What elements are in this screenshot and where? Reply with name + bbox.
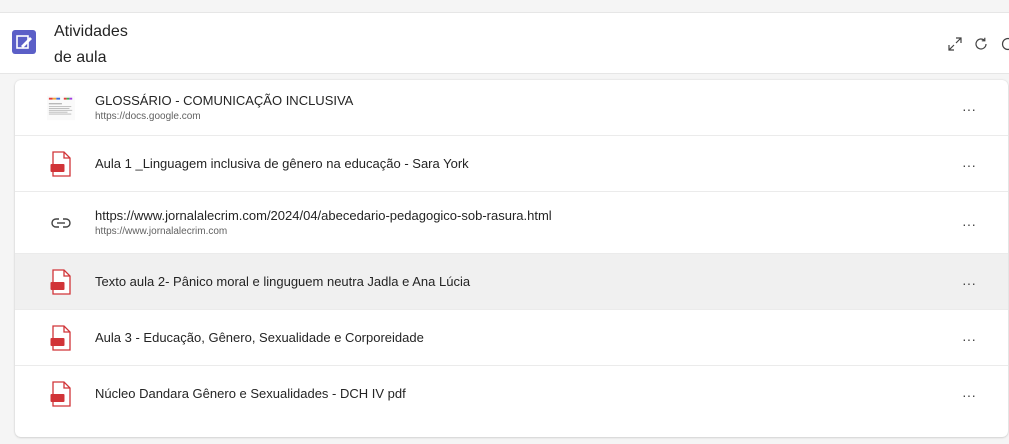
- item-more-button[interactable]: ···: [955, 332, 983, 352]
- page-title-line1: Atividades: [54, 23, 128, 40]
- item-more-button[interactable]: ···: [955, 158, 983, 178]
- item-title: Aula 1 _Linguagem inclusiva de gênero na…: [95, 156, 469, 171]
- list-item[interactable]: Texto aula 2- Pânico moral e linguguem n…: [15, 254, 1008, 310]
- activity-list: GLOSSÁRIO - COMUNICAÇÃO INCLUSIVA https:…: [15, 80, 1008, 437]
- page-title-line2: de aula: [54, 49, 107, 66]
- list-item[interactable]: GLOSSÁRIO - COMUNICAÇÃO INCLUSIVA https:…: [15, 80, 1008, 136]
- list-item[interactable]: https://www.jornalalecrim.com/2024/04/ab…: [15, 192, 1008, 254]
- item-more-button[interactable]: ···: [955, 276, 983, 296]
- list-item[interactable]: Núcleo Dandara Gênero e Sexualidades - D…: [15, 366, 1008, 422]
- item-more-button[interactable]: ···: [955, 388, 983, 408]
- link-icon: [47, 209, 75, 237]
- pdf-file-icon: [47, 380, 75, 408]
- item-url: https://docs.google.com: [95, 111, 201, 122]
- item-title: Texto aula 2- Pânico moral e linguguem n…: [95, 274, 471, 289]
- more-icon: [1001, 37, 1009, 51]
- list-item[interactable]: Aula 1 _Linguagem inclusiva de gênero na…: [15, 136, 1008, 192]
- item-url: https://www.jornalalecrim.com: [95, 226, 228, 237]
- item-title: Núcleo Dandara Gênero e Sexualidades - D…: [95, 386, 406, 401]
- refresh-icon: [975, 37, 987, 50]
- pdf-file-icon: [47, 324, 75, 352]
- refresh-button[interactable]: [970, 33, 992, 55]
- item-more-button[interactable]: ···: [955, 217, 983, 237]
- header-more-button[interactable]: [996, 33, 1009, 55]
- list-item[interactable]: Aula 3 - Educação, Gênero, Sexualidade e…: [15, 310, 1008, 366]
- expand-button[interactable]: [944, 33, 966, 55]
- document-thumbnail: [47, 94, 75, 122]
- item-title: https://www.jornalalecrim.com/2024/04/ab…: [95, 208, 552, 223]
- item-title: Aula 3 - Educação, Gênero, Sexualidade e…: [95, 330, 424, 345]
- edit-document-icon: [12, 30, 36, 54]
- pdf-file-icon: [47, 150, 75, 178]
- item-title: GLOSSÁRIO - COMUNICAÇÃO INCLUSIVA: [95, 93, 354, 108]
- expand-icon: [948, 37, 962, 51]
- pdf-file-icon: [47, 268, 75, 296]
- header-bar: Atividades de aula: [0, 12, 1009, 74]
- item-more-button[interactable]: ···: [955, 102, 983, 122]
